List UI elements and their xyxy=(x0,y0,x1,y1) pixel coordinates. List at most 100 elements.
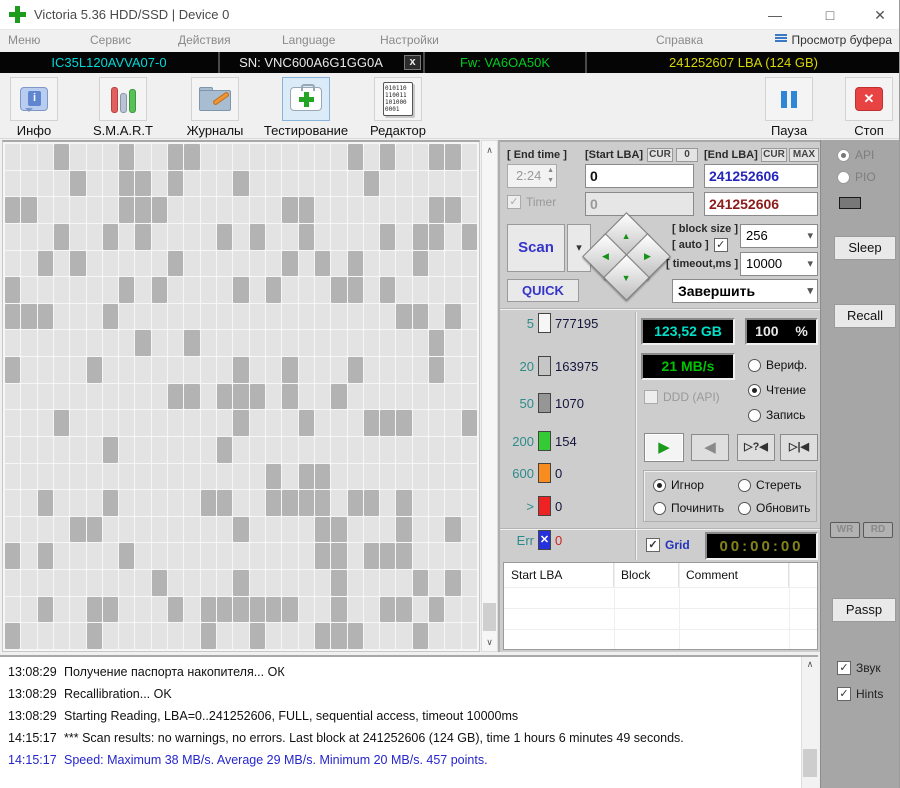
block-cell xyxy=(86,410,102,436)
block-cell xyxy=(151,623,168,649)
scan-button[interactable]: Scan xyxy=(507,224,565,272)
block-cell xyxy=(233,543,249,570)
block-cell xyxy=(461,277,477,303)
mode-write-radio[interactable]: Запись xyxy=(748,408,805,422)
menu-help[interactable]: Справка xyxy=(656,33,703,47)
menu-main[interactable]: Меню xyxy=(8,33,40,47)
block-cell xyxy=(135,223,151,250)
mode-verify-radio[interactable]: Вериф. xyxy=(748,358,807,372)
action-ignore-radio[interactable]: Игнор xyxy=(653,478,704,492)
block-cell xyxy=(314,144,331,170)
clear-serial-button[interactable]: x xyxy=(404,55,421,70)
buffer-view-button[interactable]: Просмотр буфера xyxy=(775,33,892,47)
editor-button[interactable]: 010110 110011 101000 0001 Редактор xyxy=(350,77,446,138)
timeout-select[interactable]: 10000 ▾ xyxy=(740,252,818,276)
block-cell xyxy=(53,543,70,570)
block-cell xyxy=(314,383,331,410)
block-cell xyxy=(412,357,429,383)
scrollbar-thumb[interactable] xyxy=(803,749,817,777)
block-cell xyxy=(70,543,86,570)
block-cell xyxy=(200,144,217,170)
passp-button[interactable]: Passp xyxy=(832,598,896,622)
close-button[interactable]: ✕ xyxy=(858,0,899,30)
block-cell xyxy=(314,463,331,490)
start-lba-input[interactable]: 0 xyxy=(585,164,694,188)
block-cell xyxy=(119,596,135,623)
block-cell xyxy=(265,570,282,596)
grid-checkbox[interactable]: ✓ Grid xyxy=(646,538,690,552)
sound-checkbox[interactable]: ✓ Звук xyxy=(837,661,881,675)
block-cell xyxy=(331,570,347,596)
stop-button[interactable]: ✕ Стоп xyxy=(821,77,899,138)
end-time-spinner[interactable]: 2:24 ▲ ▼ xyxy=(507,164,557,188)
wr-button[interactable]: WR xyxy=(830,522,860,538)
menu-service[interactable]: Сервис xyxy=(90,33,131,47)
journals-button[interactable]: Журналы xyxy=(167,77,263,138)
ddd-checkbox[interactable]: DDD (API) xyxy=(644,390,720,404)
block-cell xyxy=(200,330,217,357)
quick-button[interactable]: QUICK xyxy=(507,279,579,302)
scroll-down-icon[interactable]: ∨ xyxy=(482,634,497,650)
log-panel[interactable]: 13:08:29 Получение паспорта накопителя...… xyxy=(0,655,818,788)
log-scrollbar[interactable]: ∧ xyxy=(801,657,818,788)
block-cell xyxy=(380,197,396,223)
rd-button[interactable]: RD xyxy=(863,522,893,538)
mode-read-radio[interactable]: Чтение xyxy=(748,383,806,397)
block-cell xyxy=(200,277,217,303)
block-cell xyxy=(249,383,265,410)
end-lba-input[interactable]: 241252606 xyxy=(704,164,818,188)
position-display: 123,52 GB xyxy=(641,318,735,345)
maximize-button[interactable]: □ xyxy=(808,0,852,30)
start-cur-button[interactable]: CUR xyxy=(647,148,673,162)
timer-checkbox[interactable]: ✓ Timer xyxy=(507,195,556,209)
menu-language[interactable]: Language xyxy=(282,33,335,47)
block-cell xyxy=(37,170,53,197)
end-cur-button[interactable]: CUR xyxy=(761,148,787,162)
play-button[interactable]: ▶ xyxy=(644,433,684,462)
map-scrollbar[interactable]: ∧ ∨ xyxy=(481,140,498,652)
recall-button[interactable]: Recall xyxy=(834,304,896,328)
column-header[interactable]: Comment xyxy=(679,563,789,587)
minimize-button[interactable]: — xyxy=(753,0,797,30)
device-model[interactable]: IC35L120AVVA07-0 xyxy=(0,52,218,73)
block-cell xyxy=(135,357,151,383)
start-zero-button[interactable]: 0 xyxy=(676,148,698,162)
block-cell xyxy=(217,277,233,303)
menu-actions[interactable]: Действия xyxy=(178,33,231,47)
testing-button[interactable]: Тестирование xyxy=(258,77,354,138)
finish-action-select[interactable]: Завершить ▾ xyxy=(672,279,818,303)
block-cell xyxy=(21,623,37,649)
block-cell xyxy=(282,436,298,463)
block-cell xyxy=(396,516,412,543)
defect-table[interactable]: Start LBA Block Comment xyxy=(503,562,818,650)
back-button[interactable]: ◀ xyxy=(691,434,729,461)
block-cell xyxy=(282,596,298,623)
sleep-button[interactable]: Sleep xyxy=(834,236,896,260)
end-max-button[interactable]: MAX xyxy=(789,148,819,162)
column-header[interactable]: Start LBA xyxy=(504,563,614,587)
scroll-up-icon[interactable]: ∧ xyxy=(482,142,497,158)
block-size-select[interactable]: 256 ▾ xyxy=(740,224,818,248)
block-cell xyxy=(412,596,429,623)
hints-checkbox[interactable]: ✓ Hints xyxy=(837,687,883,701)
api-radio[interactable]: API xyxy=(837,148,874,162)
spinner-arrows-icon[interactable]: ▲ ▼ xyxy=(547,166,554,186)
info-button[interactable]: i Инфо xyxy=(0,77,82,138)
smart-button[interactable]: S.M.A.R.T xyxy=(75,77,171,138)
action-refresh-radio[interactable]: Обновить xyxy=(738,501,810,515)
seek-question-button[interactable]: ▷?◀ xyxy=(737,434,775,461)
seek-edge-button[interactable]: ▷|◀ xyxy=(780,434,818,461)
pio-radio[interactable]: PIO xyxy=(837,170,876,184)
action-erase-radio[interactable]: Стереть xyxy=(738,478,801,492)
scroll-up-icon[interactable]: ∧ xyxy=(802,659,818,670)
block-cell xyxy=(119,357,135,383)
scrollbar-thumb[interactable] xyxy=(483,603,496,631)
block-cell xyxy=(347,170,363,197)
menu-settings[interactable]: Настройки xyxy=(380,33,439,47)
auto-checkbox[interactable]: [ auto ] ✓ xyxy=(672,238,728,252)
action-repair-radio[interactable]: Починить xyxy=(653,501,724,515)
block-cell xyxy=(21,570,37,596)
block-cell xyxy=(314,596,331,623)
block-cell xyxy=(21,436,37,463)
column-header[interactable]: Block xyxy=(614,563,679,587)
